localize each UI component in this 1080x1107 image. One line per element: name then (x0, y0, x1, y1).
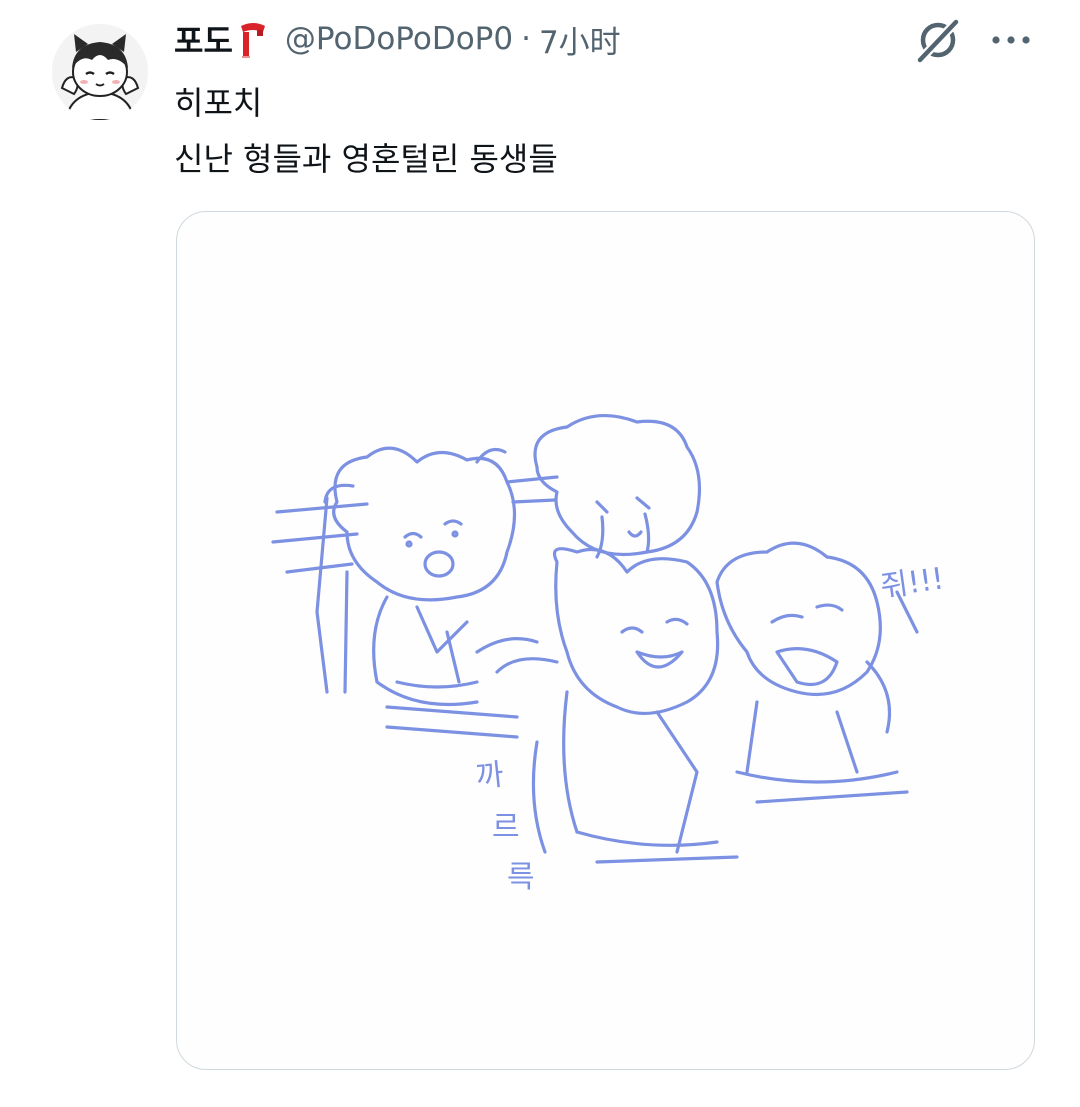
avatar[interactable] (52, 24, 148, 120)
author-display-name[interactable]: 포도 (174, 16, 233, 62)
separator-dot: · (521, 21, 531, 57)
sketch-text-laugh-2: 르 (492, 810, 520, 845)
media-image-card[interactable]: 쥐!!! 까 르 륵 (176, 211, 1035, 1070)
tweet-timestamp[interactable]: 7小时 (539, 17, 621, 62)
more-horizontal-icon[interactable] (988, 20, 1034, 60)
cartoon-cat-boy-avatar-icon (52, 24, 148, 120)
tweet-container: 포도 @PoDoPoDoP0 · 7小时 히포치 신난 형들과 영혼털린 동생들… (0, 0, 1080, 1107)
sketch-text-laugh-1: 까 (474, 757, 505, 795)
tweet-text-line-2: 신난 형들과 영혼털린 동생들 (174, 140, 558, 178)
tweet-text-line-1: 히포치 (174, 84, 263, 122)
tweet-header: 포도 @PoDoPoDoP0 · 7小时 (174, 14, 621, 64)
blue-sketch-illustration: 쥐!!! 까 르 륵 (271, 413, 946, 895)
sketch-text-laugh-3: 륵 (507, 860, 535, 895)
sketch-text-shout: 쥐!!! (878, 561, 946, 605)
grok-icon[interactable] (912, 14, 964, 66)
red-scarf-icon (239, 20, 267, 58)
author-handle[interactable]: @PoDoPoDoP0 (285, 21, 513, 57)
